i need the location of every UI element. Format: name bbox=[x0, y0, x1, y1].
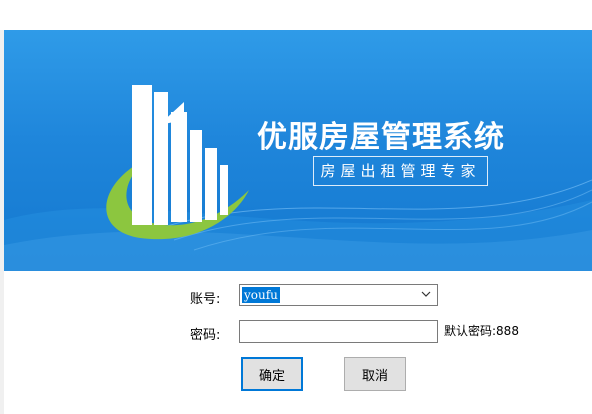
login-banner: 优服房屋管理系统 房屋出租管理专家 bbox=[4, 30, 592, 271]
chevron-down-icon[interactable] bbox=[421, 289, 431, 299]
building-logo-icon bbox=[106, 85, 249, 240]
app-title: 优服房屋管理系统 bbox=[257, 120, 505, 155]
confirm-button[interactable]: 确定 bbox=[241, 357, 303, 391]
password-label: 密码: bbox=[190, 328, 221, 343]
window-top-blank bbox=[0, 0, 592, 30]
account-label: 账号: bbox=[190, 292, 221, 307]
account-selected-value: youfu bbox=[242, 287, 280, 303]
account-select[interactable]: youfu bbox=[239, 284, 438, 306]
app-subtitle: 房屋出租管理专家 bbox=[313, 156, 488, 186]
password-field[interactable] bbox=[239, 320, 438, 343]
default-password-hint: 默认密码:888 bbox=[444, 324, 519, 338]
cancel-button[interactable]: 取消 bbox=[344, 357, 406, 391]
